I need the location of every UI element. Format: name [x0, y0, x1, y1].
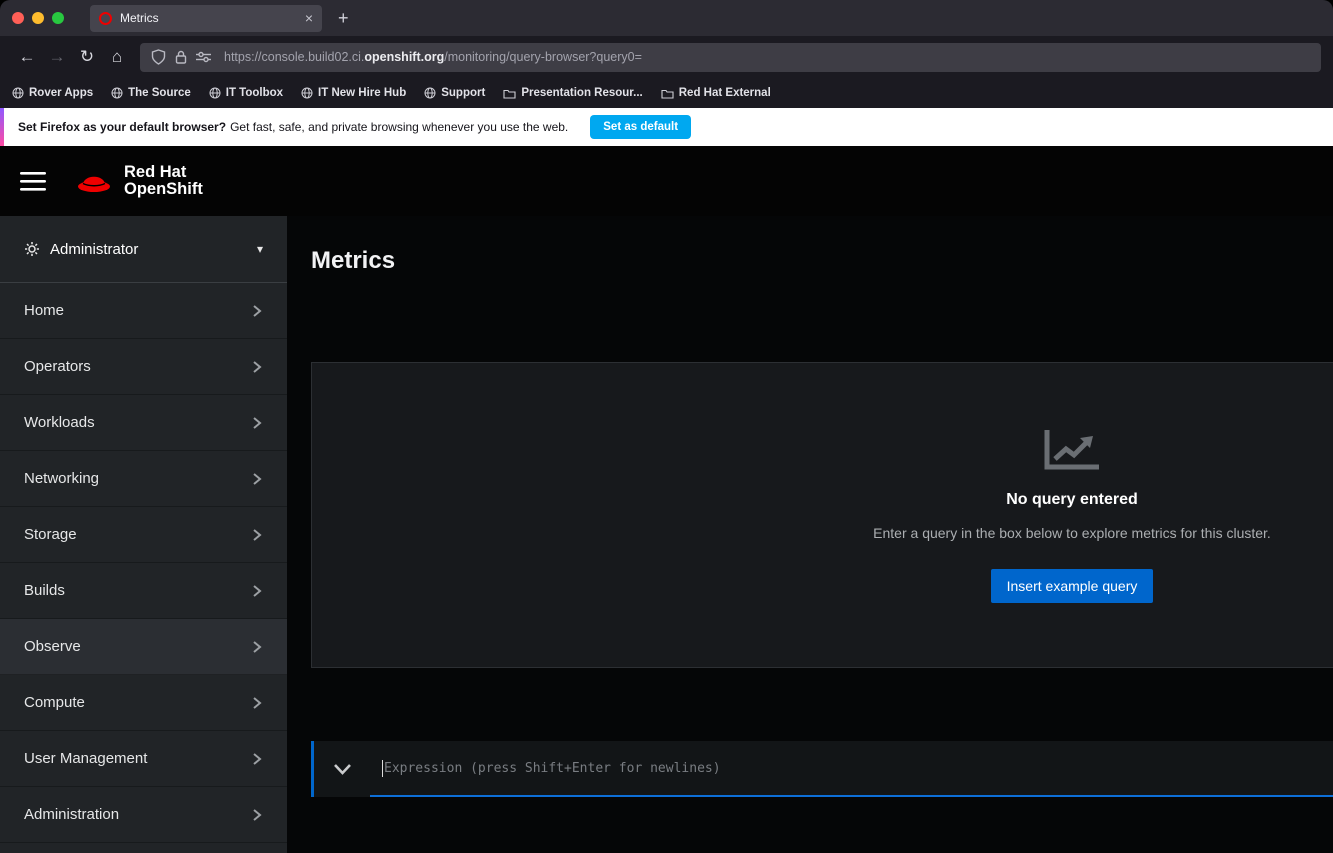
- hamburger-menu-icon[interactable]: [20, 171, 46, 191]
- collapse-query-button[interactable]: [314, 741, 370, 797]
- page-title: Metrics: [311, 247, 396, 274]
- new-tab-button[interactable]: +: [338, 8, 349, 29]
- text-cursor: [382, 759, 383, 777]
- bookmark-it-new-hire-hub[interactable]: IT New Hire Hub: [301, 87, 406, 99]
- close-tab-icon[interactable]: ×: [305, 10, 313, 26]
- titlebar: Metrics × +: [0, 0, 1333, 36]
- minimize-window-button[interactable]: [32, 12, 44, 24]
- sidebar-item-builds[interactable]: Builds: [0, 563, 287, 619]
- notification-accent-stripe: [0, 108, 4, 146]
- bookmark-rover-apps[interactable]: Rover Apps: [12, 87, 93, 99]
- insert-example-query-button[interactable]: Insert example query: [990, 568, 1154, 603]
- chevron-right-icon: [253, 528, 262, 541]
- nav-toolbar: ← → ↻ ⌂ https://console.build02.ci.opens…: [0, 36, 1333, 78]
- chevron-right-icon: [253, 640, 262, 653]
- tab-title: Metrics: [120, 11, 159, 25]
- reload-icon[interactable]: ↻: [72, 47, 102, 67]
- sidebar-item-observe[interactable]: Observe: [0, 619, 287, 675]
- folder-icon: [661, 89, 674, 99]
- openshift-favicon-icon: [99, 11, 112, 25]
- lock-icon[interactable]: [175, 50, 187, 64]
- redhat-openshift-logo[interactable]: Red Hat OpenShift: [74, 164, 203, 198]
- url-bar[interactable]: https://console.build02.ci.openshift.org…: [140, 42, 1321, 72]
- notification-message: Set Firefox as your default browser? Get …: [18, 120, 569, 134]
- empty-state: No query entered Enter a query in the bo…: [792, 428, 1333, 603]
- globe-icon: [301, 87, 313, 99]
- sidebar-item-home[interactable]: Home: [0, 283, 287, 339]
- masthead: Red Hat OpenShift: [0, 146, 1333, 216]
- bookmark-it-toolbox[interactable]: IT Toolbox: [209, 87, 283, 99]
- monitoring-chart-icon: [792, 428, 1333, 477]
- globe-icon: [111, 87, 123, 99]
- sidebar-item-administration[interactable]: Administration: [0, 787, 287, 843]
- sidebar-item-storage[interactable]: Storage: [0, 507, 287, 563]
- perspective-label: Administrator: [50, 240, 139, 258]
- perspective-switcher[interactable]: Administrator ▾: [0, 216, 287, 283]
- forward-icon[interactable]: →: [42, 47, 72, 67]
- browser-tab[interactable]: Metrics ×: [90, 4, 322, 32]
- sidebar-item-networking[interactable]: Networking: [0, 451, 287, 507]
- cogs-icon: [25, 242, 39, 256]
- set-as-default-button[interactable]: Set as default: [590, 115, 692, 139]
- chevron-down-icon: [333, 763, 351, 775]
- shield-icon[interactable]: [151, 49, 166, 65]
- empty-state-heading: No query entered: [1006, 490, 1138, 508]
- globe-icon: [209, 87, 221, 99]
- globe-icon: [12, 87, 24, 99]
- permissions-sliders-icon[interactable]: [196, 51, 211, 63]
- url-text: https://console.build02.ci.openshift.org…: [224, 50, 642, 64]
- home-icon[interactable]: ⌂: [102, 47, 132, 67]
- expression-input-wrap: [370, 741, 1333, 797]
- zoom-window-button[interactable]: [52, 12, 64, 24]
- empty-state-card: No query entered Enter a query in the bo…: [311, 362, 1333, 668]
- chevron-right-icon: [253, 752, 262, 765]
- chevron-right-icon: [253, 584, 262, 597]
- chevron-right-icon: [253, 808, 262, 821]
- bookmark-red-hat-external[interactable]: Red Hat External: [661, 87, 771, 99]
- back-icon[interactable]: ←: [12, 47, 42, 67]
- bookmark-support[interactable]: Support: [424, 87, 485, 99]
- close-window-button[interactable]: [12, 12, 24, 24]
- sidebar-items: Home Operators Workloads Networking Stor…: [0, 283, 287, 843]
- globe-icon: [424, 87, 436, 99]
- bookmark-presentation-resources[interactable]: Presentation Resour...: [503, 87, 643, 99]
- chevron-right-icon: [253, 304, 262, 317]
- brand-text: Red Hat OpenShift: [124, 163, 203, 198]
- expression-input[interactable]: [384, 760, 1333, 776]
- empty-state-description: Enter a query in the box below to explor…: [873, 524, 1271, 541]
- chevron-right-icon: [253, 416, 262, 429]
- chevron-right-icon: [253, 472, 262, 485]
- sidebar-item-workloads[interactable]: Workloads: [0, 395, 287, 451]
- sidebar-item-compute[interactable]: Compute: [0, 675, 287, 731]
- folder-icon: [503, 89, 516, 99]
- notification-bar: Set Firefox as your default browser? Get …: [0, 108, 1333, 146]
- caret-down-icon: ▾: [256, 242, 263, 256]
- sidebar-item-operators[interactable]: Operators: [0, 339, 287, 395]
- query-expression-bar: [311, 741, 1333, 797]
- chevron-right-icon: [253, 360, 262, 373]
- sidebar-nav: Administrator ▾ Home Operators Workloads…: [0, 216, 287, 853]
- sidebar-item-user-management[interactable]: User Management: [0, 731, 287, 787]
- chevron-right-icon: [253, 696, 262, 709]
- browser-window: Metrics × + ← → ↻ ⌂ https://console.buil…: [0, 0, 1333, 853]
- bookmark-the-source[interactable]: The Source: [111, 87, 191, 99]
- traffic-lights: [12, 12, 64, 24]
- redhat-hat-icon: [78, 176, 110, 192]
- main-content: Metrics No query entered Enter a query i…: [287, 216, 1333, 853]
- bookmarks-bar: Rover Apps The Source IT Toolbox IT New …: [0, 78, 1333, 108]
